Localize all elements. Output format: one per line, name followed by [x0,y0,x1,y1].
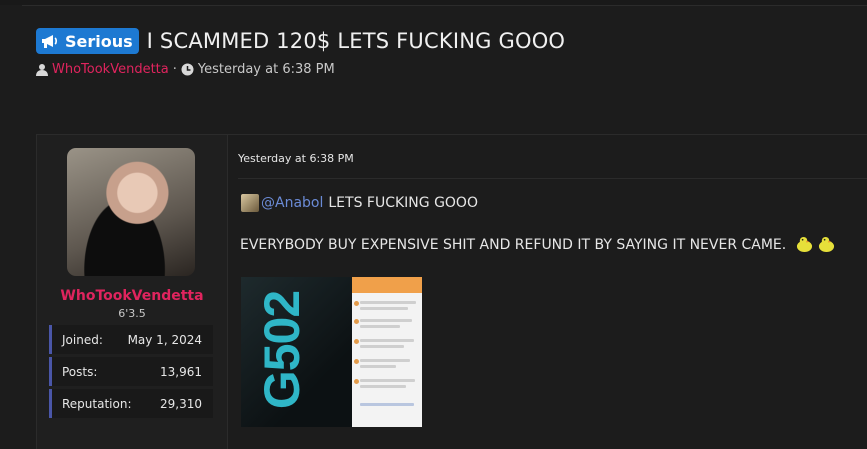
chat-line [360,385,406,388]
stat-joined: Joined: May 1, 2024 [49,325,213,354]
stat-value: 29,310 [160,396,202,411]
thread-header: Serious I SCAMMED 120$ LETS FUCKING GOOO… [36,27,856,77]
chat-dot [354,301,359,306]
thread-title: I SCAMMED 120$ LETS FUCKING GOOO [146,29,566,53]
attachment-image[interactable]: G502 [241,277,422,427]
post-body: EVERYBODY BUY EXPENSIVE SHIT AND REFUND … [240,236,836,253]
stat-value: May 1, 2024 [127,332,202,347]
box-text: G502 [254,290,311,410]
reply-text: LETS FUCKING GOOO [328,195,478,211]
post: WhoTookVendetta 6'3.5 Joined: May 1, 202… [36,134,867,449]
chat-input [360,403,414,406]
clock-icon [181,63,194,76]
user-title: 6'3.5 [118,307,146,320]
post-content: Yesterday at 6:38 PM @Anabol LETS FUCKIN… [238,135,867,449]
divider [238,178,867,179]
chat-dot [354,319,359,324]
megaphone-icon [42,35,57,48]
stat-label: Posts: [62,364,98,379]
thread-author-link[interactable]: WhoTookVendetta [52,62,169,77]
phone-header [352,277,422,293]
chat-line [360,345,404,348]
emoji-icon [797,236,813,253]
chat-line [360,319,412,322]
reply-line: @Anabol LETS FUCKING GOOO [241,194,478,212]
post-user-sidebar: WhoTookVendetta 6'3.5 Joined: May 1, 202… [37,135,228,449]
post-body-text: EVERYBODY BUY EXPENSIVE SHIT AND REFUND … [240,236,787,253]
post-date[interactable]: Yesterday at 6:38 PM [238,152,354,165]
stat-label: Joined: [62,332,103,347]
stat-label: Reputation: [62,396,132,411]
chat-dot [354,359,359,364]
divider [22,5,867,6]
stat-value: 13,961 [160,364,202,379]
thread-meta: WhoTookVendetta · Yesterday at 6:38 PM [36,62,856,77]
chat-dot [354,379,359,384]
prefix-label: Serious [65,31,133,51]
avatar[interactable] [67,148,195,276]
chat-line [360,307,408,310]
post-username[interactable]: WhoTookVendetta [37,288,227,304]
chat-dot [354,339,359,344]
chat-line [360,301,416,304]
title-row: Serious I SCAMMED 120$ LETS FUCKING GOOO [36,27,856,55]
chat-line [360,359,410,362]
stat-posts: Posts: 13,961 [49,357,213,386]
thread-prefix-badge[interactable]: Serious [36,28,139,54]
chat-line [360,339,414,342]
mention-avatar [241,194,259,212]
chat-line [360,365,396,368]
chat-line [360,379,415,382]
thread-time[interactable]: Yesterday at 6:38 PM [198,62,335,77]
phone-screenshot [352,277,422,427]
stat-reputation: Reputation: 29,310 [49,389,213,418]
user-icon [36,64,48,76]
mention-link[interactable]: @Anabol [261,195,323,211]
product-box-photo: G502 [241,277,353,427]
chat-line [360,325,400,328]
meta-separator: · [172,62,177,77]
emoji-group [792,236,836,253]
emoji-icon [819,236,835,253]
